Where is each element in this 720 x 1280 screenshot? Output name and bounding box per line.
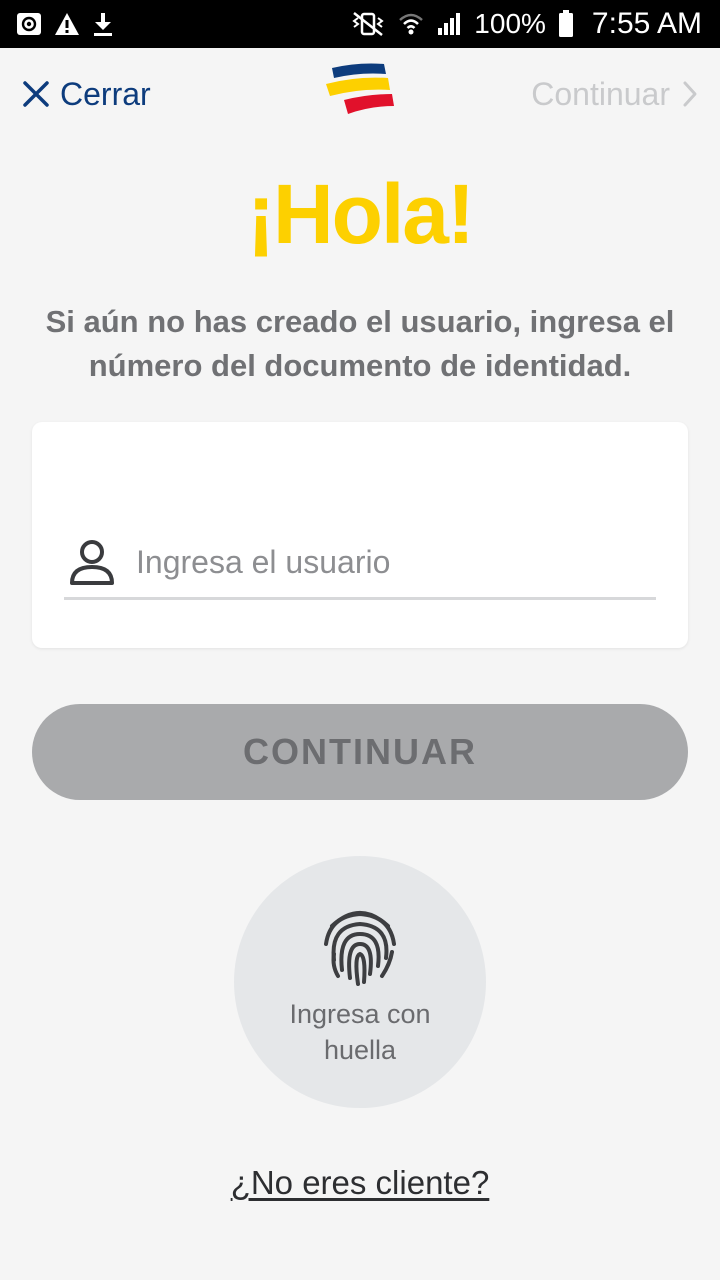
status-bar: 100% 7:55 AM [0, 0, 720, 48]
close-icon [23, 81, 49, 107]
close-button[interactable]: Cerrar [22, 76, 151, 113]
chevron-right-icon [683, 81, 697, 107]
instructions-text: Si aún no has creado el usuario, ingresa… [45, 304, 675, 383]
download-icon [92, 9, 114, 39]
login-card [32, 422, 688, 648]
fingerprint-login-button[interactable]: Ingresa con huella [234, 856, 486, 1108]
username-input[interactable] [136, 544, 616, 581]
close-label: Cerrar [60, 75, 151, 112]
status-bar-left [16, 9, 114, 39]
at-icon [16, 9, 42, 39]
not-client-container: ¿No eres cliente? [0, 1164, 720, 1202]
continue-button[interactable]: CONTINUAR [32, 704, 688, 800]
wifi-icon [398, 9, 424, 39]
username-field [64, 528, 656, 600]
continue-link[interactable]: Continuar [531, 76, 698, 113]
fingerprint-icon [324, 911, 396, 986]
top-bar: Cerrar Continuar [0, 48, 720, 140]
user-icon [70, 539, 114, 585]
battery-icon [558, 9, 574, 39]
continue-link-label: Continuar [531, 75, 670, 112]
greeting-title: ¡Hola! [247, 167, 475, 261]
signal-icon [436, 9, 462, 39]
fingerprint-label: Ingresa con huella [289, 999, 431, 1065]
bank-logo [326, 63, 394, 114]
status-bar-right: 100% 7:55 AM [350, 7, 702, 41]
vibrate-mute-icon [350, 9, 386, 39]
warning-icon [54, 9, 80, 39]
not-client-link[interactable]: ¿No eres cliente? [231, 1164, 490, 1201]
clock: 7:55 AM [591, 7, 702, 40]
battery-percent: 100% [474, 8, 546, 39]
